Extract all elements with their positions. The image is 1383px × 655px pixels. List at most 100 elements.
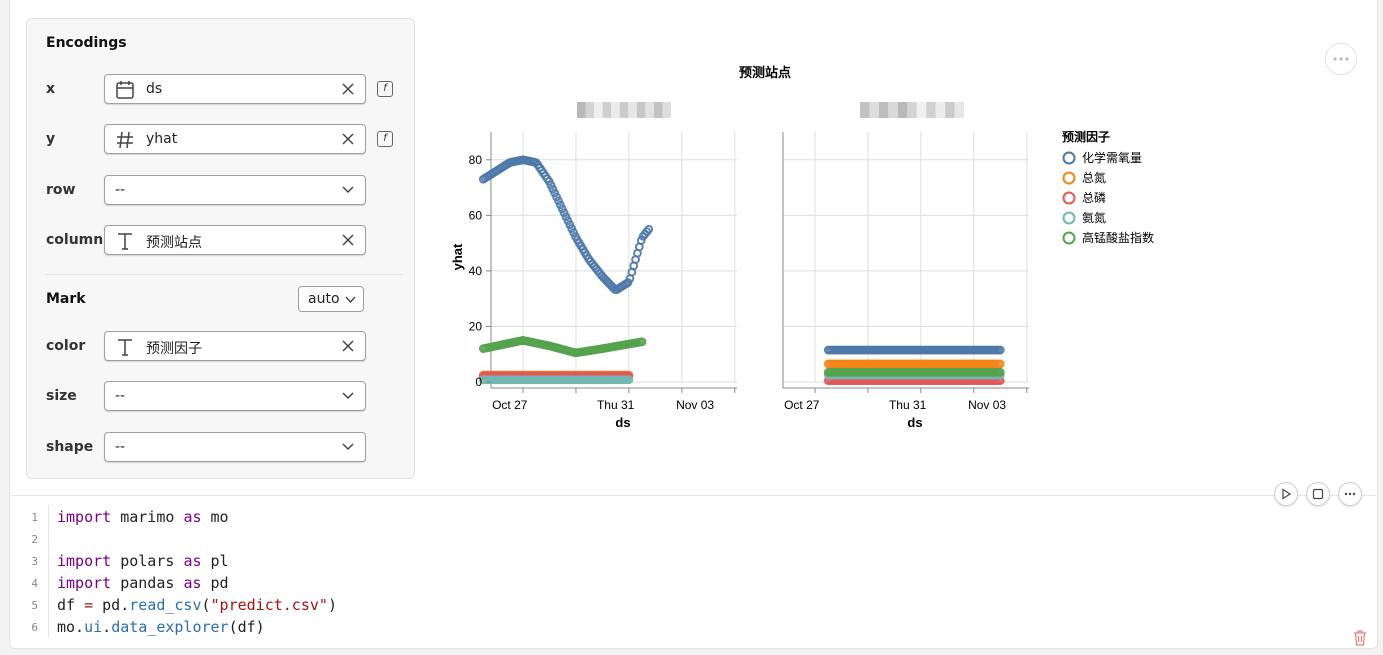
- legend-swatch-3: [1062, 211, 1076, 225]
- facet-2-x-tick-label: Thu 31: [889, 398, 927, 412]
- chart-title: 预测站点: [739, 65, 791, 80]
- facet-1-series-高锰酸盐指数: [478, 335, 647, 358]
- column-field[interactable]: 预测站点: [104, 225, 366, 255]
- stop-cell-button[interactable]: [1306, 482, 1330, 506]
- facet-header-block: [945, 102, 955, 118]
- y-axis-title: yhat: [450, 243, 465, 270]
- legend-label-3: 氨氮: [1082, 210, 1106, 225]
- facet-header-block: [645, 102, 654, 118]
- play-icon: [1282, 488, 1292, 500]
- facet-2-x-axis-title: ds: [907, 415, 922, 430]
- size-select-value: --: [115, 388, 126, 404]
- cell-actions-button[interactable]: [1338, 482, 1362, 506]
- legend-swatch-1: [1062, 171, 1076, 185]
- clear-y-icon[interactable]: [341, 132, 355, 146]
- line-number: 6: [31, 621, 38, 634]
- clear-color-icon[interactable]: [341, 339, 355, 353]
- code-separator: [9, 495, 1376, 496]
- facet-header-block: [619, 102, 629, 118]
- mark-label: Mark: [46, 291, 86, 307]
- legend-label-4: 高锰酸盐指数: [1082, 230, 1154, 245]
- x-label: x: [46, 81, 56, 97]
- facet-header-block: [611, 102, 620, 118]
- size-label: size: [46, 388, 77, 404]
- encodings-title: Encodings: [46, 35, 127, 51]
- legend-title: 预测因子: [1062, 129, 1110, 144]
- facet-header-block: [926, 102, 936, 118]
- facet-header-block: [860, 102, 870, 118]
- legend-label-0: 化学需氧量: [1082, 150, 1142, 165]
- line-number: 4: [31, 577, 38, 590]
- size-select[interactable]: --: [104, 381, 366, 411]
- code-line-6[interactable]: mo.ui.data_explorer(df): [57, 618, 265, 636]
- facet-header-block: [888, 102, 898, 118]
- y-transform-button[interactable]: f: [377, 131, 393, 147]
- y-tick-label: 80: [469, 153, 483, 167]
- calendar-icon: [116, 81, 134, 99]
- shape-select[interactable]: --: [104, 432, 366, 462]
- row-select[interactable]: --: [104, 175, 366, 205]
- facet-2-series-化学需氧量: [823, 345, 1005, 355]
- legend-swatch-0: [1062, 151, 1076, 165]
- y-tick-label: 0: [475, 375, 482, 389]
- legend-swatch-4: [1062, 231, 1076, 245]
- panel-divider: [45, 274, 403, 275]
- facet-header-block: [935, 102, 946, 118]
- x-field[interactable]: ds: [104, 74, 366, 104]
- clear-x-icon[interactable]: [341, 82, 355, 96]
- facet-header-block: [897, 102, 908, 118]
- facet-header-block: [878, 102, 889, 118]
- code-line-3[interactable]: import polars as pl: [57, 552, 229, 570]
- column-label: column: [46, 232, 104, 248]
- x-transform-button[interactable]: f: [377, 81, 393, 97]
- clear-column-icon[interactable]: [341, 233, 355, 247]
- code-line-1[interactable]: import marimo as mo: [57, 508, 229, 526]
- run-cell-button[interactable]: [1274, 482, 1298, 506]
- row-label: row: [46, 182, 76, 198]
- legend-label-1: 总氮: [1082, 170, 1106, 185]
- facet-1-x-tick-label: Thu 31: [597, 398, 635, 412]
- facet-header-block: [628, 102, 637, 118]
- shape-select-value: --: [115, 439, 126, 455]
- facet-header-block: [653, 102, 663, 118]
- y-label: y: [46, 131, 56, 147]
- facet-1-x-tick-label: Nov 03: [676, 398, 714, 412]
- facet-1-x-tick-label: Oct 27: [492, 398, 528, 412]
- chevron-down-icon: [342, 443, 354, 451]
- facet-header-block: [585, 102, 595, 118]
- code-gutter: [48, 505, 49, 637]
- y-tick-label: 60: [469, 208, 483, 222]
- column-field-value: 预测站点: [146, 235, 202, 251]
- code-line-4[interactable]: import pandas as pd: [57, 574, 229, 592]
- y-tick-label: 40: [469, 264, 483, 278]
- facet-header-block: [602, 102, 612, 118]
- text-type-icon: [118, 339, 132, 356]
- y-field[interactable]: yhat: [104, 124, 366, 154]
- chevron-down-icon: [342, 392, 354, 400]
- facet-header-1: [577, 102, 671, 118]
- facet-header-2: [860, 102, 964, 118]
- chevron-down-icon: [345, 296, 356, 304]
- line-number: 3: [31, 555, 38, 568]
- shape-label: shape: [46, 439, 94, 455]
- more-horizontal-icon: [1333, 57, 1349, 61]
- row-select-value: --: [115, 182, 126, 198]
- more-horizontal-icon: [1344, 492, 1356, 496]
- trash-icon[interactable]: [1353, 630, 1367, 646]
- facet-header-block: [577, 102, 586, 118]
- facet-header-block: [662, 102, 671, 118]
- chart-menu-button[interactable]: [1325, 43, 1357, 75]
- facet-header-block: [907, 102, 917, 118]
- code-line-5[interactable]: df = pd.read_csv("predict.csv"): [57, 596, 337, 614]
- line-number: 2: [31, 533, 38, 546]
- facet-header-block: [954, 102, 964, 118]
- mark-select[interactable]: auto: [298, 286, 364, 312]
- legend-swatch-2: [1062, 191, 1076, 205]
- facet-1-x-axis-title: ds: [615, 415, 630, 430]
- facet-header-block: [916, 102, 927, 118]
- stop-icon: [1312, 488, 1324, 500]
- y-field-value: yhat: [146, 131, 178, 147]
- legend-label-2: 总磷: [1082, 190, 1106, 205]
- color-field[interactable]: 预测因子: [104, 331, 366, 361]
- mark-select-value: auto: [308, 291, 340, 307]
